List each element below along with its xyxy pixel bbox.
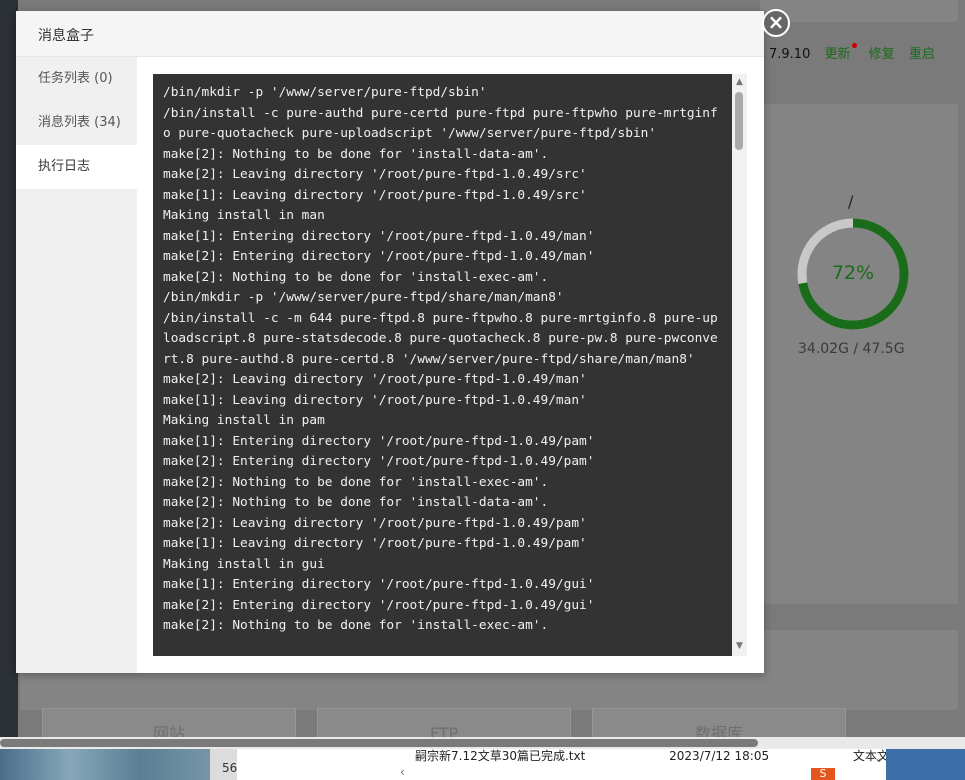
disk-mount: / bbox=[848, 192, 854, 211]
sogou-logo-icon[interactable]: S bbox=[811, 768, 835, 780]
top-panel bbox=[760, 0, 958, 22]
message-box-dialog: 消息盒子 × 任务列表 (0) 消息列表 (34) 执行日志 /bin/mkdi… bbox=[16, 9, 790, 673]
disk-usage-text: 34.02G / 47.5G bbox=[798, 341, 905, 357]
taskbar-number: 56 bbox=[222, 761, 238, 775]
dialog-title: 消息盒子 bbox=[38, 28, 94, 44]
execution-log-panel[interactable]: /bin/mkdir -p '/www/server/pure-ftpd/sbi… bbox=[153, 74, 732, 656]
file-date: 2023/7/12 18:05 bbox=[669, 749, 770, 763]
taskbar: 56 嗣宗新7.12文草30篇已完成.txt 2023/7/12 18:05 文… bbox=[0, 749, 965, 780]
scroll-down-icon[interactable]: ▼ bbox=[732, 640, 747, 652]
disk-percent: 72% bbox=[831, 262, 875, 284]
scroll-up-icon[interactable]: ▲ bbox=[732, 76, 747, 88]
update-dot bbox=[851, 43, 857, 48]
taskbar-tray bbox=[886, 749, 965, 780]
log-scroll-thumb[interactable] bbox=[735, 92, 743, 150]
tab-execution-log[interactable]: 执行日志 bbox=[16, 145, 137, 189]
close-button[interactable]: × bbox=[762, 9, 790, 37]
tab-message-list[interactable]: 消息列表 (34) bbox=[16, 101, 137, 145]
log-scrollbar[interactable]: ▲ ▼ bbox=[732, 74, 747, 656]
file-name: 嗣宗新7.12文草30篇已完成.txt bbox=[415, 749, 586, 763]
desktop-thumbnail bbox=[0, 749, 210, 780]
version-bar: 7.9.10 更新 修复 重启 bbox=[769, 43, 945, 62]
horizontal-scroll-thumb[interactable] bbox=[0, 739, 758, 747]
tab-task-list[interactable]: 任务列表 (0) bbox=[16, 57, 137, 101]
log-text: /bin/mkdir -p '/www/server/pure-ftpd/sbi… bbox=[163, 85, 718, 633]
update-link[interactable]: 更新 bbox=[825, 47, 851, 62]
chevron-left-icon[interactable]: ‹ bbox=[400, 765, 405, 779]
chevron-down-icon[interactable]: ⌄ bbox=[874, 751, 884, 765]
dialog-header: 消息盒子 bbox=[16, 11, 764, 57]
version-number: 7.9.10 bbox=[769, 47, 811, 62]
restart-link[interactable]: 重启 bbox=[909, 47, 935, 62]
dialog-sidebar: 任务列表 (0) 消息列表 (34) 执行日志 bbox=[16, 57, 137, 673]
repair-link[interactable]: 修复 bbox=[869, 47, 895, 62]
